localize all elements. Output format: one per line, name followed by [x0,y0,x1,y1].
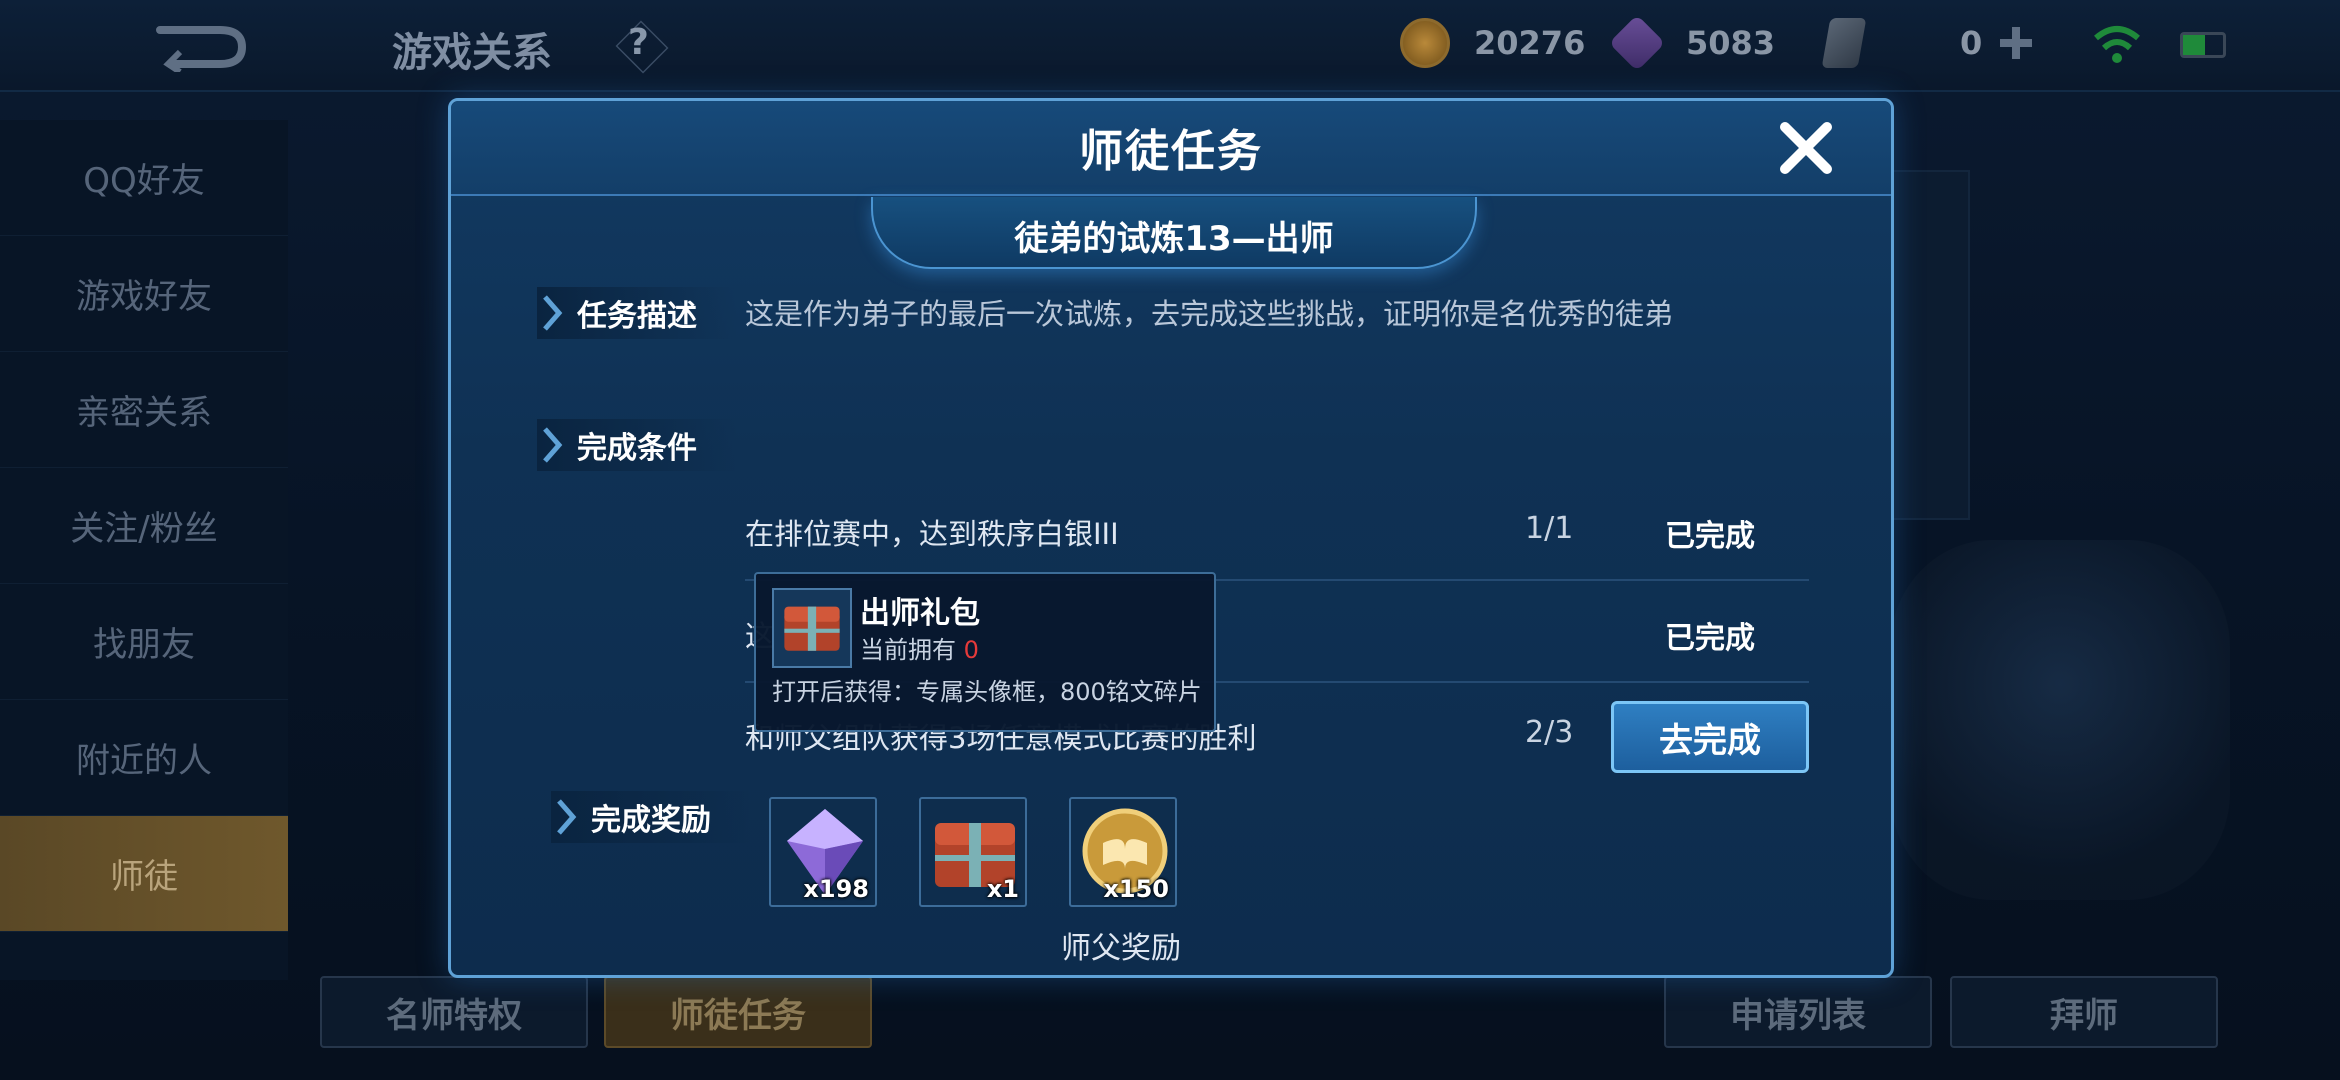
tooltip-description: 打开后获得：专属头像框，800铭文碎片 [772,678,1202,706]
condition-status: 已完成 [1665,621,1755,656]
wifi-icon [2094,26,2140,63]
sidebar-item-find-friends[interactable]: 找朋友 [0,584,288,700]
task-description: 这是作为弟子的最后一次试炼，去完成这些挑战，证明你是名优秀的徒弟 [745,297,1674,331]
tab-apprentice[interactable]: 拜师 [1950,976,2218,1048]
tooltip-owned-count: 当前拥有 0 [860,636,979,664]
condition-status: 已完成 [1665,519,1755,554]
condition-row: 在排位赛中，达到秩序白银III 1/1 已完成 [745,481,1809,581]
reward-item[interactable]: x198 [769,797,877,907]
sidebar-item-intimate[interactable]: 亲密关系 [0,352,288,468]
task-subtitle: 徒弟的试炼13—出师 [1014,219,1334,259]
close-icon[interactable] [1771,113,1841,183]
section-conditions-label: 完成条件 [537,419,737,471]
top-bar: 游戏关系 ? 20276 5083 0 [0,0,2340,92]
mentorship-task-dialog: 师徒任务 徒弟的试炼13—出师 任务描述 这是作为弟子的最后一次试炼，去完成这些… [448,98,1894,978]
condition-text: 在排位赛中，达到秩序白银III [745,517,1119,551]
back-icon[interactable] [150,22,250,72]
sidebar-item-qq-friends[interactable]: QQ好友 [0,120,288,236]
dialog-title: 师徒任务 [1079,126,1263,177]
reward-item[interactable]: x150 [1069,797,1177,907]
condition-progress: 1/1 [1525,511,1574,546]
reward-item[interactable]: x1 [919,797,1027,907]
chevron-right-icon [557,799,577,835]
section-description-label: 任务描述 [537,287,737,339]
page-title: 游戏关系 [392,30,552,76]
sidebar-item-nearby[interactable]: 附近的人 [0,700,288,816]
sidebar: QQ好友 游戏好友 亲密关系 关注/粉丝 找朋友 附近的人 师徒 [0,120,288,980]
dialog-header: 师徒任务 [451,101,1891,196]
gold-resource: 20276 [1400,18,1585,68]
chevron-right-icon [543,295,563,331]
sidebar-item-follow[interactable]: 关注/粉丝 [0,468,288,584]
go-complete-button[interactable]: 去完成 [1611,701,1809,773]
chevron-right-icon [543,427,563,463]
background-panel [1890,170,1970,520]
sidebar-item-mentorship[interactable]: 师徒 [0,816,288,932]
graduation-gift-chest-icon [772,588,852,668]
plus-icon[interactable] [1996,23,2036,63]
tab-mentorship-tasks[interactable]: 师徒任务 [604,976,872,1048]
tooltip-item-name: 出师礼包 [860,596,980,631]
diamond-resource: 5083 [1608,14,1775,72]
diamond-icon [1608,14,1666,72]
master-reward-label: 师父奖励 [1061,931,1181,966]
tab-mentor-privilege[interactable]: 名师特权 [320,976,588,1048]
item-tooltip: 出师礼包 当前拥有 0 打开后获得：专属头像框，800铭文碎片 [754,572,1216,732]
battery-icon [2180,32,2226,58]
card-icon [1821,18,1867,68]
gold-coin-icon [1400,18,1450,68]
task-subtitle-banner: 徒弟的试炼13—出师 [871,197,1477,269]
sidebar-item-game-friends[interactable]: 游戏好友 [0,236,288,352]
section-rewards-label: 完成奖励 [551,791,751,843]
background-hero-art [1890,540,2230,900]
help-icon[interactable]: ? [628,22,649,63]
condition-progress: 2/3 [1525,715,1574,750]
card-resource: 0 [1821,18,2036,68]
tab-application-list[interactable]: 申请列表 [1664,976,1932,1048]
